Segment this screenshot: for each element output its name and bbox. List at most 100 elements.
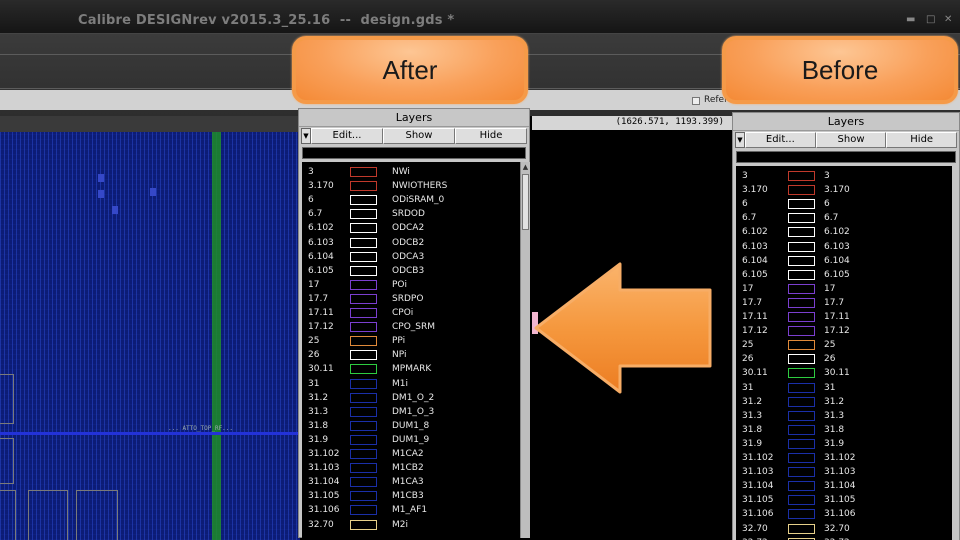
layer-row[interactable]: 17.12 CPO_SRM [302, 321, 520, 335]
layer-row[interactable]: 31.2 31.2 [736, 396, 952, 410]
layer-color-swatch[interactable] [350, 420, 377, 431]
layer-color-swatch[interactable] [350, 336, 377, 347]
layer-color-swatch[interactable] [350, 279, 377, 290]
layer-row[interactable]: 31.103 31.103 [736, 466, 952, 480]
layer-row[interactable]: 26 NPi [302, 349, 520, 363]
layer-row[interactable]: 6.7 SRDOD [302, 208, 520, 222]
layer-color-swatch[interactable] [788, 227, 815, 238]
layer-row[interactable]: 3.170 NWIOTHERS [302, 180, 520, 194]
layer-row[interactable]: 17.7 SRDPO [302, 293, 520, 307]
layer-color-swatch[interactable] [350, 251, 377, 262]
layer-row[interactable]: 31.105 M1CB3 [302, 490, 520, 504]
layer-color-swatch[interactable] [788, 326, 815, 337]
layer-color-swatch[interactable] [350, 434, 377, 445]
layer-color-swatch[interactable] [350, 378, 377, 389]
layer-row[interactable]: 31.8 DUM1_8 [302, 420, 520, 434]
layer-color-swatch[interactable] [350, 265, 377, 276]
layer-row[interactable]: 6.7 6.7 [736, 212, 952, 226]
layer-color-swatch[interactable] [788, 382, 815, 393]
layer-row[interactable]: 31.102 31.102 [736, 452, 952, 466]
layer-color-swatch[interactable] [350, 406, 377, 417]
layer-color-swatch[interactable] [350, 505, 377, 516]
layer-row[interactable]: 6.103 ODCB2 [302, 237, 520, 251]
layer-scrollbar[interactable]: ▲ [520, 162, 530, 538]
layer-color-swatch[interactable] [788, 481, 815, 492]
layer-color-swatch[interactable] [788, 283, 815, 294]
layer-color-swatch[interactable] [350, 392, 377, 403]
layer-color-swatch[interactable] [788, 467, 815, 478]
layout-canvas-left[interactable]: ... ATTO_TOP_RF... [0, 116, 300, 540]
layer-row[interactable]: 31.8 31.8 [736, 424, 952, 438]
layer-color-swatch[interactable] [788, 269, 815, 280]
layer-row[interactable]: 31.102 M1CA2 [302, 448, 520, 462]
layer-row[interactable]: 6.104 6.104 [736, 255, 952, 269]
layer-color-swatch[interactable] [788, 509, 815, 520]
layer-color-swatch[interactable] [350, 223, 377, 234]
layer-color-swatch[interactable] [350, 477, 377, 488]
layer-row[interactable]: 31.106 31.106 [736, 508, 952, 522]
layer-color-swatch[interactable] [350, 181, 377, 192]
layer-row[interactable]: 31.3 DM1_O_3 [302, 406, 520, 420]
layer-row[interactable]: 25 PPi [302, 335, 520, 349]
layer-list[interactable]: 3 3 3.170 3.170 6 6 6.7 6.7 6.102 6.102 6.103 6.103… [736, 166, 952, 540]
layer-list[interactable]: 3 NWi 3.170 NWIOTHERS 6 ODiSRAM_0 6.7 SRDOD 6.10… [302, 162, 520, 540]
layer-row[interactable]: 32.70 M2i [302, 519, 520, 533]
layer-color-swatch[interactable] [350, 364, 377, 375]
layer-row[interactable]: 31.103 M1CB2 [302, 462, 520, 476]
layer-row[interactable]: 3.170 3.170 [736, 184, 952, 198]
edit-button[interactable]: Edit... [311, 128, 383, 144]
layer-color-swatch[interactable] [350, 293, 377, 304]
layer-row[interactable]: 6.103 6.103 [736, 241, 952, 255]
scroll-up-icon[interactable]: ▲ [521, 162, 530, 172]
layer-color-swatch[interactable] [788, 213, 815, 224]
layer-color-swatch[interactable] [350, 167, 377, 177]
layer-filter-input[interactable] [302, 147, 526, 159]
layer-color-swatch[interactable] [788, 410, 815, 421]
layer-color-swatch[interactable] [350, 322, 377, 333]
layer-color-swatch[interactable] [788, 185, 815, 196]
layer-row[interactable]: 17 17 [736, 283, 952, 297]
layer-row[interactable]: 17.12 17.12 [736, 325, 952, 339]
layer-row[interactable]: 3 NWi [302, 166, 520, 180]
layer-row[interactable]: 17.7 17.7 [736, 297, 952, 311]
layer-color-swatch[interactable] [350, 350, 377, 361]
layer-row[interactable]: 25 25 [736, 339, 952, 353]
layer-color-swatch[interactable] [788, 438, 815, 449]
layer-row[interactable]: 31.105 31.105 [736, 494, 952, 508]
layer-color-swatch[interactable] [350, 195, 377, 206]
layer-row[interactable]: 26 26 [736, 353, 952, 367]
layer-row[interactable]: 17.11 CPOi [302, 307, 520, 321]
layer-row[interactable]: 31.9 DUM1_9 [302, 434, 520, 448]
hide-button[interactable]: Hide [455, 128, 527, 144]
layer-row[interactable]: 17.11 17.11 [736, 311, 952, 325]
layer-row[interactable]: 31 31 [736, 382, 952, 396]
maximize-icon[interactable]: □ [926, 14, 935, 25]
layer-row[interactable]: 32.70 32.70 [736, 523, 952, 537]
layer-row[interactable]: 6 ODiSRAM_0 [302, 194, 520, 208]
layer-row[interactable]: 31.3 31.3 [736, 410, 952, 424]
layer-color-swatch[interactable] [788, 368, 815, 379]
layer-color-swatch[interactable] [788, 312, 815, 322]
layer-row[interactable]: 33 [736, 170, 952, 184]
layer-color-swatch[interactable] [350, 449, 377, 459]
layer-color-swatch[interactable] [788, 453, 815, 463]
layer-row[interactable]: 17 POi [302, 279, 520, 293]
layer-color-swatch[interactable] [350, 519, 377, 530]
layer-row[interactable]: 66 [736, 198, 952, 212]
layer-color-swatch[interactable] [788, 241, 815, 252]
layer-row[interactable]: 30.11 MPMARK [302, 363, 520, 377]
layer-row[interactable]: 31.9 31.9 [736, 438, 952, 452]
layer-color-swatch[interactable] [788, 396, 815, 407]
layer-row[interactable]: 6.102 6.102 [736, 226, 952, 240]
scroll-thumb[interactable] [522, 174, 529, 230]
hide-button[interactable]: Hide [886, 132, 958, 148]
layer-row[interactable]: 31 M1i [302, 378, 520, 392]
reference-checkbox[interactable] [692, 97, 700, 105]
layer-color-swatch[interactable] [788, 255, 815, 266]
layer-row[interactable]: 31.104 M1CA3 [302, 476, 520, 490]
panel-menu-icon[interactable]: ▼ [301, 128, 311, 144]
layer-color-swatch[interactable] [788, 171, 815, 181]
layer-color-swatch[interactable] [788, 297, 815, 308]
layer-color-swatch[interactable] [350, 491, 377, 502]
edit-button[interactable]: Edit... [745, 132, 816, 148]
